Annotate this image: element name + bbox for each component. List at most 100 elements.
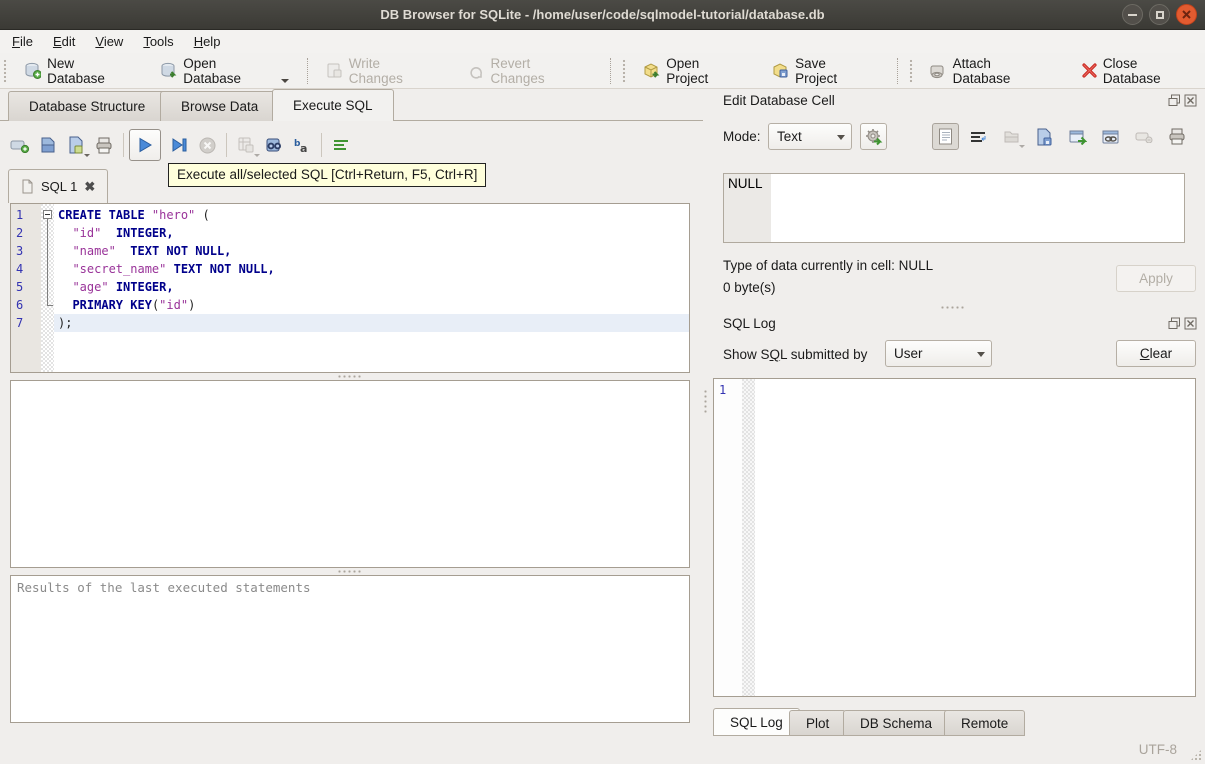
- cell-open-in-app-button[interactable]: [1064, 123, 1091, 150]
- sql-tab-close-icon[interactable]: ✖: [84, 179, 95, 195]
- execute-line-button[interactable]: [165, 131, 193, 159]
- open-tab-icon: [10, 140, 30, 153]
- menu-tools[interactable]: Tools: [133, 31, 183, 52]
- editor-splitter[interactable]: [10, 373, 690, 380]
- tab-execute-sql[interactable]: Execute SQL: [272, 89, 394, 121]
- toolbar-drag-handle[interactable]: [908, 58, 914, 83]
- cell-set-null-button[interactable]: [1130, 123, 1157, 150]
- log-content[interactable]: [755, 379, 1195, 696]
- open-project-button[interactable]: Open Project: [633, 51, 752, 91]
- log-filter-combobox[interactable]: User: [885, 340, 992, 367]
- cell-value-editor[interactable]: NULL: [723, 173, 1185, 243]
- import-mode-button[interactable]: [860, 123, 887, 150]
- fold-collapse-icon[interactable]: [43, 210, 52, 219]
- stop-button[interactable]: [193, 131, 221, 159]
- save-results-button[interactable]: [232, 131, 260, 159]
- clear-log-button[interactable]: Clear: [1116, 340, 1196, 367]
- editor-code[interactable]: CREATE TABLE "hero" ( "id" INTEGER, "nam…: [54, 204, 689, 372]
- panel-splitter[interactable]: [700, 89, 710, 735]
- dock-tab-db-schema[interactable]: DB Schema: [843, 710, 950, 736]
- open-sql-file-button[interactable]: [34, 131, 62, 159]
- sql-toolbar-separator: [226, 133, 227, 157]
- close-button[interactable]: [1176, 4, 1197, 25]
- sql-log-dock-buttons: [1168, 317, 1197, 330]
- sql-log-title: SQL Log: [723, 316, 776, 331]
- resize-grip-icon[interactable]: [1190, 749, 1202, 761]
- menu-file[interactable]: File: [2, 31, 43, 52]
- minimize-button[interactable]: [1122, 4, 1143, 25]
- dock-splitter[interactable]: [940, 306, 966, 309]
- splitter-handle-icon: [337, 375, 363, 378]
- window-title: DB Browser for SQLite - /home/user/code/…: [380, 7, 825, 22]
- menu-edit[interactable]: Edit: [43, 31, 85, 52]
- stop-icon: [199, 137, 215, 153]
- window-chain-icon: [1102, 130, 1118, 143]
- results-splitter[interactable]: [10, 568, 690, 575]
- dock-float-icon[interactable]: [1168, 94, 1181, 107]
- cell-import-button[interactable]: [998, 123, 1025, 150]
- slider-minus-icon: [1135, 132, 1152, 143]
- attach-database-button[interactable]: Attach Database: [919, 51, 1058, 91]
- tab-browse-data[interactable]: Browse Data: [160, 91, 280, 121]
- menu-view[interactable]: View: [85, 31, 133, 52]
- sql-log-view[interactable]: 1: [713, 378, 1196, 697]
- maximize-icon: [1155, 10, 1164, 19]
- editor-gutter: 1234567: [11, 204, 41, 372]
- titlebar[interactable]: DB Browser for SQLite - /home/user/code/…: [0, 0, 1205, 30]
- execute-all-button[interactable]: [129, 129, 161, 161]
- dock-tab-sql-log[interactable]: SQL Log: [713, 708, 800, 736]
- mode-label: Mode:: [723, 129, 761, 144]
- save-project-button[interactable]: Save Project: [762, 51, 879, 91]
- sql-editor[interactable]: 1234567 CREATE TABLE "hero" ( "id" INTEG…: [10, 203, 690, 373]
- open-database-dropdown-icon[interactable]: [281, 78, 290, 83]
- cell-export-button[interactable]: [1031, 123, 1058, 150]
- mode-combobox[interactable]: Text: [768, 123, 852, 150]
- results-table-pane[interactable]: [10, 380, 690, 568]
- cell-text-mode-button[interactable]: [932, 123, 959, 150]
- close-database-icon: [1082, 63, 1097, 78]
- save-project-icon: [773, 63, 788, 78]
- save-sql-file-button[interactable]: [62, 131, 90, 159]
- revert-changes-button[interactable]: Revert Changes: [458, 51, 594, 91]
- tab-database-structure[interactable]: Database Structure: [8, 91, 167, 121]
- toolbar-drag-handle[interactable]: [3, 58, 8, 83]
- open-sql-tab-button[interactable]: [6, 131, 34, 159]
- close-database-button[interactable]: Close Database: [1072, 51, 1205, 91]
- find-replace-button[interactable]: [260, 131, 288, 159]
- apply-button[interactable]: Apply: [1116, 265, 1196, 292]
- show-sql-label: Show SQL submitted by: [723, 347, 868, 362]
- cell-copy-link-button[interactable]: [1097, 123, 1124, 150]
- print-button[interactable]: [90, 131, 118, 159]
- dock-float-icon[interactable]: [1168, 317, 1181, 330]
- format-sql-button[interactable]: b a: [288, 131, 316, 159]
- cell-print-button[interactable]: [1163, 123, 1190, 150]
- sql-toolbar-separator: [321, 133, 322, 157]
- save-sql-file-icon: [69, 136, 83, 154]
- encoding-indicator[interactable]: UTF-8: [1139, 742, 1177, 757]
- cell-size-info: 0 byte(s): [723, 280, 776, 295]
- tab-sql-1[interactable]: SQL 1 ✖: [8, 169, 109, 203]
- dock-tab-plot[interactable]: Plot: [789, 710, 847, 736]
- format-sql-icon: b a: [294, 139, 307, 154]
- write-changes-label: Write Changes: [348, 55, 403, 86]
- write-changes-button[interactable]: Write Changes: [316, 51, 444, 91]
- dock-close-icon[interactable]: [1184, 94, 1197, 107]
- dock-tab-remote[interactable]: Remote: [944, 710, 1026, 736]
- word-wrap-icon: [334, 140, 348, 150]
- open-database-button[interactable]: Open Database: [150, 51, 299, 91]
- new-database-button[interactable]: New Database: [14, 51, 142, 91]
- menu-help[interactable]: Help: [184, 31, 231, 52]
- new-database-icon: [25, 62, 42, 79]
- cell-word-wrap-button[interactable]: [965, 123, 992, 150]
- word-wrap-button[interactable]: [327, 131, 355, 159]
- maximize-button[interactable]: [1149, 4, 1170, 25]
- results-message-pane[interactable]: Results of the last executed statements: [10, 575, 690, 723]
- toolbar-drag-handle[interactable]: [622, 58, 627, 83]
- window-arrow-icon: [1069, 130, 1087, 145]
- revert-changes-label: Revert Changes: [490, 55, 545, 86]
- mode-value: Text: [777, 129, 802, 144]
- editor-fold-margin[interactable]: [41, 204, 54, 372]
- main-toolbar: New Database Open Database Write Changes…: [0, 53, 1205, 89]
- document-icon: [939, 128, 952, 145]
- dock-close-icon[interactable]: [1184, 317, 1197, 330]
